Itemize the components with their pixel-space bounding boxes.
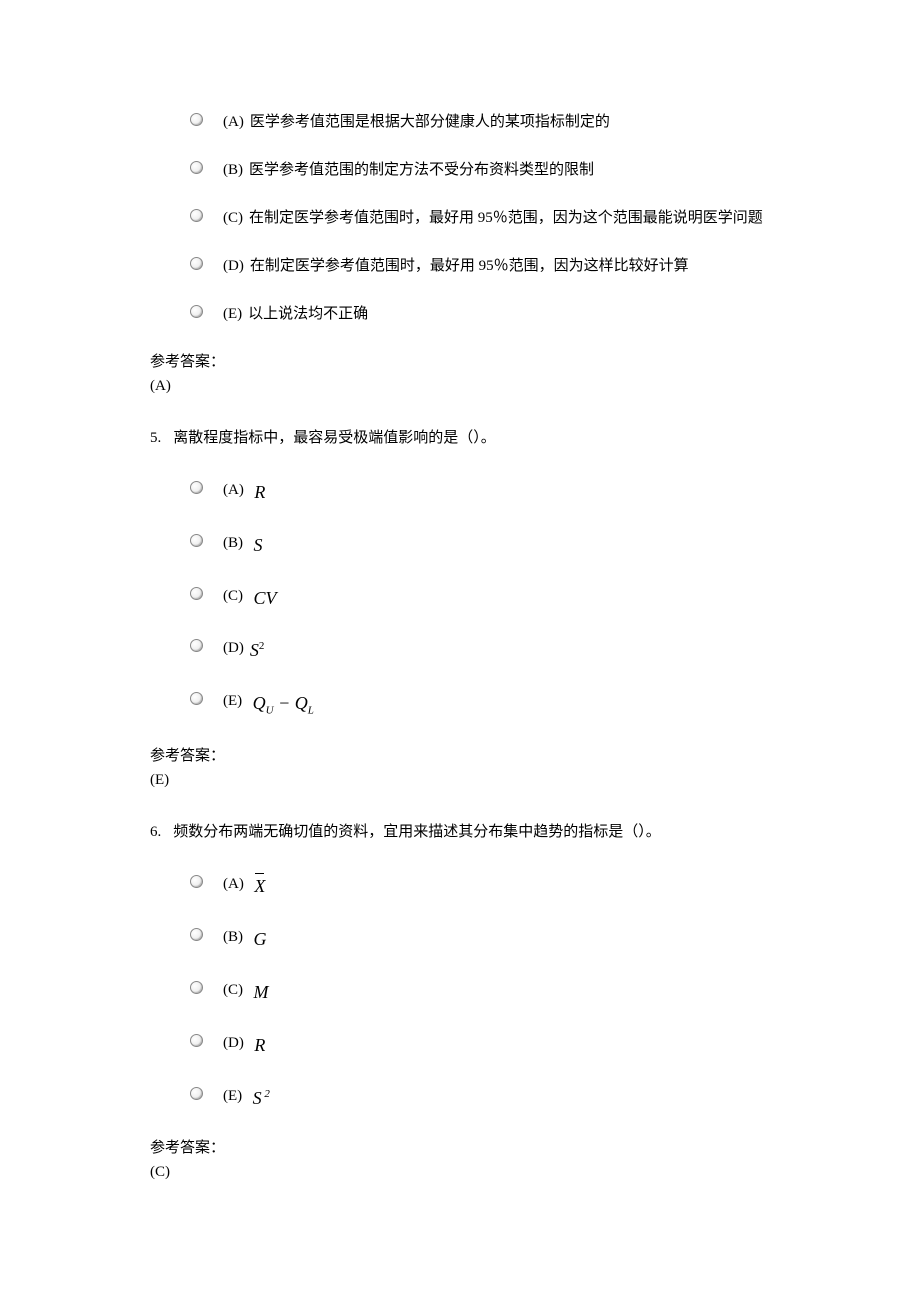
answer-label: 参考答案： xyxy=(150,1136,770,1160)
q5-option-c: (C) CV xyxy=(150,584,770,613)
option-label: (B) xyxy=(223,531,243,555)
option-label: (B) xyxy=(223,925,243,949)
option-label: (D) xyxy=(223,254,244,278)
option-label: (D) xyxy=(223,1031,244,1055)
option-label: (A) xyxy=(223,872,244,896)
question-text: 离散程度指标中，最容易受极端值影响的是（）。 xyxy=(173,426,496,450)
radio-icon[interactable] xyxy=(190,639,203,652)
radio-icon[interactable] xyxy=(190,1034,203,1047)
q6-option-e: (E) S 2 xyxy=(150,1084,770,1113)
option-text: 医学参考值范围是根据大部分健康人的某项指标制定的 xyxy=(250,110,610,134)
q4-option-d: (D) 在制定医学参考值范围时，最好用 95％范围，因为这样比较好计算 xyxy=(150,254,770,278)
question-6: 6. 频数分布两端无确切值的资料，宜用来描述其分布集中趋势的指标是（）。 xyxy=(150,820,770,844)
question-text: 频数分布两端无确切值的资料，宜用来描述其分布集中趋势的指标是（）。 xyxy=(173,820,661,844)
answer-value: (C) xyxy=(150,1160,770,1184)
question-number: 5. xyxy=(150,426,161,450)
option-text: 以上说法均不正确 xyxy=(248,302,368,326)
q4-option-a: (A) 医学参考值范围是根据大部分健康人的某项指标制定的 xyxy=(150,110,770,134)
q5-option-a: (A) R xyxy=(150,478,770,507)
radio-icon[interactable] xyxy=(190,257,203,270)
radio-icon[interactable] xyxy=(190,928,203,941)
option-label: (A) xyxy=(223,478,244,502)
option-label: (E) xyxy=(223,1084,242,1108)
radio-icon[interactable] xyxy=(190,692,203,705)
option-label: (B) xyxy=(223,158,243,182)
radio-icon[interactable] xyxy=(190,481,203,494)
option-label: (C) xyxy=(223,206,243,230)
option-label: (E) xyxy=(223,302,242,326)
option-text: 医学参考值范围的制定方法不受分布资料类型的限制 xyxy=(249,158,594,182)
math-M: M xyxy=(249,978,269,1007)
math-S-squared: S2 xyxy=(250,636,265,665)
radio-icon[interactable] xyxy=(190,534,203,547)
radio-icon[interactable] xyxy=(190,305,203,318)
question-5: 5. 离散程度指标中，最容易受极端值影响的是（）。 xyxy=(150,426,770,450)
q4-option-c: (C) 在制定医学参考值范围时，最好用 95％范围，因为这个范围最能说明医学问题 xyxy=(150,206,770,230)
q6-option-c: (C) M xyxy=(150,978,770,1007)
q5-option-b: (B) S xyxy=(150,531,770,560)
math-G: G xyxy=(249,925,267,954)
math-S: S xyxy=(249,531,263,560)
radio-icon[interactable] xyxy=(190,209,203,222)
option-label: (E) xyxy=(223,689,242,713)
question-number: 6. xyxy=(150,820,161,844)
answer-value: (A) xyxy=(150,374,770,398)
q5-option-e: (E) QU − QL xyxy=(150,689,770,720)
radio-icon[interactable] xyxy=(190,161,203,174)
option-label: (C) xyxy=(223,978,243,1002)
option-label: (C) xyxy=(223,584,243,608)
answer-label: 参考答案： xyxy=(150,350,770,374)
option-label: (A) xyxy=(223,110,244,134)
radio-icon[interactable] xyxy=(190,587,203,600)
q6-option-b: (B) G xyxy=(150,925,770,954)
math-QU-QL: QU − QL xyxy=(248,689,314,720)
math-Xbar: X xyxy=(250,872,266,901)
q4-option-e: (E) 以上说法均不正确 xyxy=(150,302,770,326)
math-R: R xyxy=(250,478,266,507)
option-label: (D) xyxy=(223,636,244,660)
math-S-squared: S 2 xyxy=(248,1084,270,1113)
q5-option-d: (D) S2 xyxy=(150,636,770,665)
radio-icon[interactable] xyxy=(190,875,203,888)
option-text: 在制定医学参考值范围时，最好用 95％范围，因为这个范围最能说明医学问题 xyxy=(249,206,763,230)
answer-label: 参考答案： xyxy=(150,744,770,768)
answer-value: (E) xyxy=(150,768,770,792)
radio-icon[interactable] xyxy=(190,1087,203,1100)
math-R: R xyxy=(250,1031,266,1060)
q4-option-b: (B) 医学参考值范围的制定方法不受分布资料类型的限制 xyxy=(150,158,770,182)
math-CV: CV xyxy=(249,584,277,613)
q6-option-a: (A) X xyxy=(150,872,770,901)
q6-option-d: (D) R xyxy=(150,1031,770,1060)
option-text: 在制定医学参考值范围时，最好用 95％范围，因为这样比较好计算 xyxy=(250,254,689,278)
radio-icon[interactable] xyxy=(190,981,203,994)
radio-icon[interactable] xyxy=(190,113,203,126)
